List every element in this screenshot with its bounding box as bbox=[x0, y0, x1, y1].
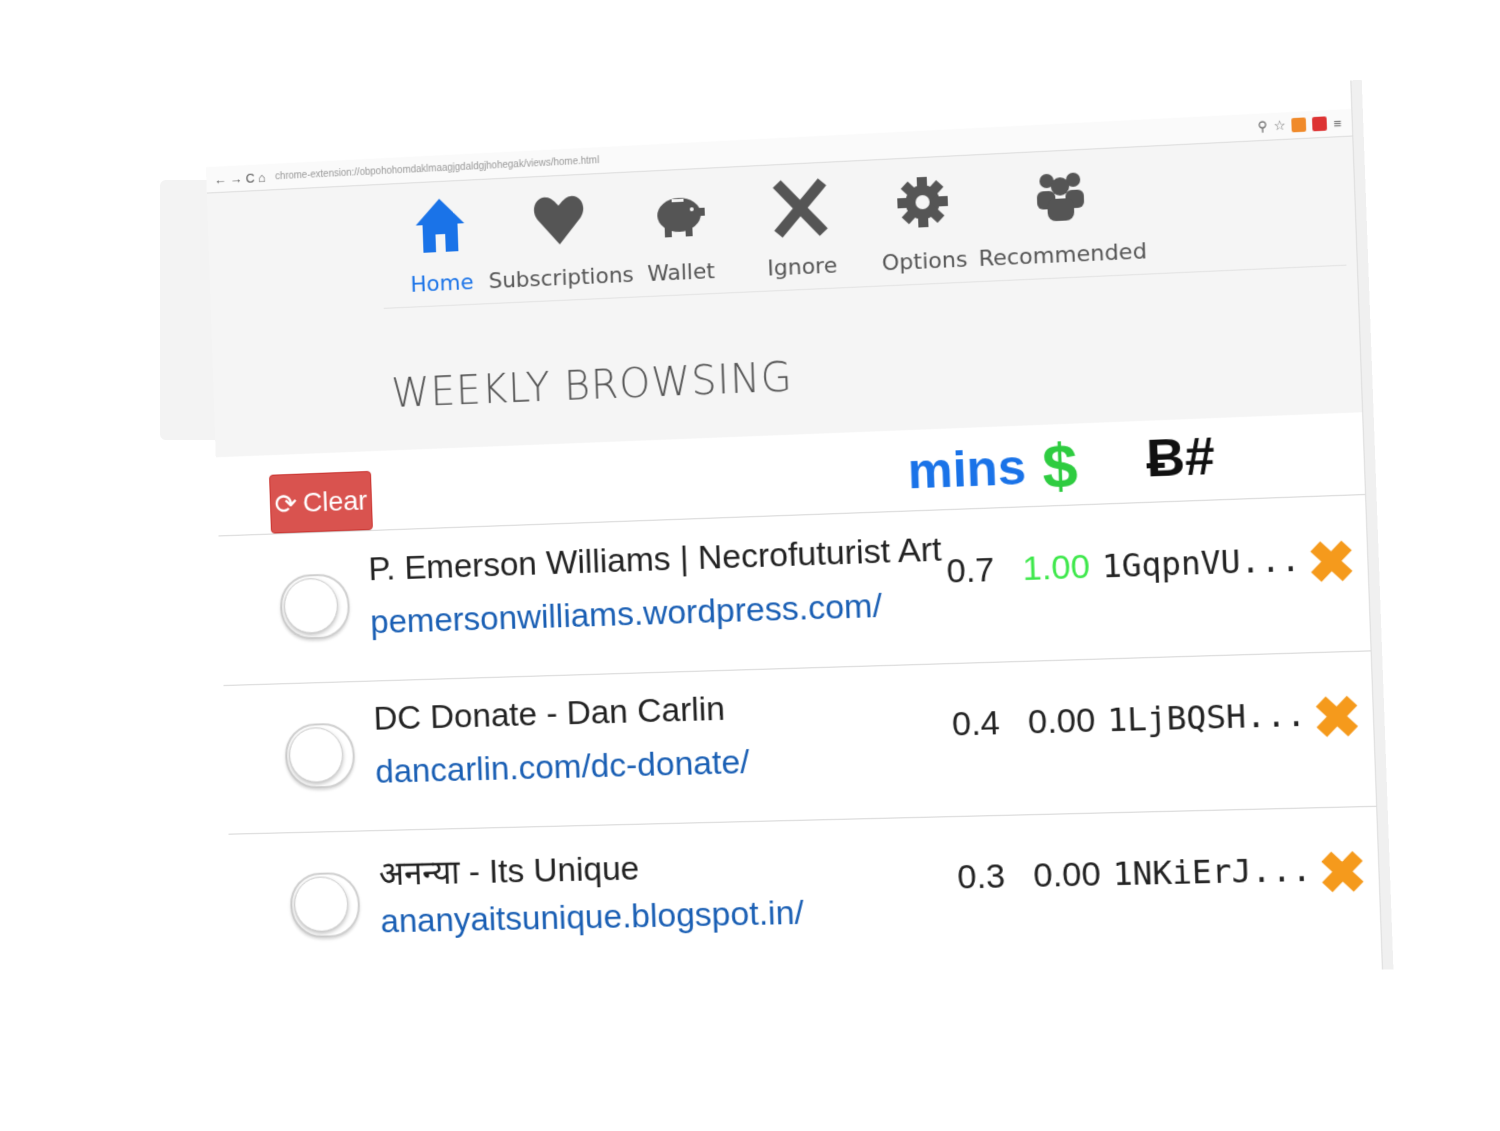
nav-wallet[interactable]: Wallet bbox=[618, 182, 742, 288]
refresh-icon: ⟳ bbox=[274, 487, 298, 520]
zoom-icon[interactable]: ⚲ bbox=[1257, 118, 1267, 135]
row-dollars: 1.00 bbox=[1022, 548, 1091, 590]
remove-icon[interactable]: ✖ bbox=[1311, 683, 1362, 752]
extension-red-icon[interactable] bbox=[1312, 116, 1327, 131]
extension-icons: ⚲ ☆ ≡ bbox=[1257, 109, 1342, 140]
nav-ignore[interactable]: Ignore bbox=[738, 176, 863, 283]
screenshot-stage: ← → C ⌂ chrome-extension://obpohohomdakl… bbox=[205, 80, 1392, 990]
remove-icon[interactable]: ✖ bbox=[1306, 528, 1357, 597]
users-icon bbox=[1032, 165, 1089, 226]
row-bitcoin-address: 1NKiErJ... bbox=[1112, 850, 1312, 893]
nav-recommended[interactable]: Recommended bbox=[983, 163, 1139, 272]
site-title: P. Emerson Williams | Necrofuturist Art bbox=[368, 530, 942, 589]
site-link[interactable]: pemersonwilliams.wordpress.com/ bbox=[370, 587, 883, 642]
subscribe-toggle[interactable] bbox=[284, 722, 355, 789]
menu-icon[interactable]: ≡ bbox=[1333, 115, 1341, 131]
toggle-knob bbox=[288, 727, 344, 783]
x-icon bbox=[772, 178, 828, 239]
site-title: अनन्या - Its Unique bbox=[378, 844, 640, 895]
row-bitcoin-address: 1LjBQSH... bbox=[1107, 695, 1307, 739]
clear-button[interactable]: ⟳ Clear bbox=[269, 471, 373, 534]
table-row: अनन्या - Its Unique ananyaitsunique.blog… bbox=[229, 808, 1382, 983]
nav-subscriptions[interactable]: Subscriptions bbox=[498, 188, 621, 294]
row-mins: 0.7 bbox=[946, 551, 995, 592]
column-header-mins: mins bbox=[907, 438, 1027, 501]
piggy-bank-icon bbox=[651, 184, 706, 244]
toggle-knob bbox=[293, 876, 349, 932]
row-mins: 0.3 bbox=[957, 857, 1006, 897]
nav-options-label: Options bbox=[882, 247, 968, 276]
nav-wallet-label: Wallet bbox=[647, 259, 715, 287]
extension-orange-icon[interactable] bbox=[1292, 117, 1307, 132]
toggle-knob bbox=[283, 577, 339, 634]
nav-home[interactable]: Home bbox=[380, 194, 502, 299]
row-mins: 0.4 bbox=[951, 704, 1000, 745]
star-icon[interactable]: ☆ bbox=[1273, 117, 1286, 134]
column-header-bitcoin: Ƀ# bbox=[1145, 426, 1215, 489]
column-header-dollar: $ bbox=[1041, 430, 1079, 503]
row-dollars: 0.00 bbox=[1033, 855, 1102, 896]
site-link[interactable]: ananyaitsunique.blogspot.in/ bbox=[380, 894, 805, 941]
nav-ignore-label: Ignore bbox=[767, 253, 838, 281]
clear-button-label: Clear bbox=[302, 485, 367, 519]
row-dollars: 0.00 bbox=[1027, 701, 1096, 742]
browser-nav-icons[interactable]: ← → C ⌂ bbox=[214, 170, 266, 187]
remove-icon[interactable]: ✖ bbox=[1317, 839, 1368, 907]
gear-icon bbox=[894, 172, 950, 233]
nav-options[interactable]: Options bbox=[860, 170, 986, 277]
subscribe-toggle[interactable] bbox=[279, 573, 350, 640]
nav-home-label: Home bbox=[410, 270, 474, 298]
home-icon bbox=[413, 196, 467, 256]
subscribe-toggle[interactable] bbox=[289, 872, 360, 938]
row-bitcoin-address: 1GqpnVU... bbox=[1101, 540, 1301, 585]
site-title: DC Donate - Dan Carlin bbox=[373, 690, 726, 739]
site-link[interactable]: dancarlin.com/dc-donate/ bbox=[375, 743, 750, 792]
browser-window: ← → C ⌂ chrome-extension://obpohohomdakl… bbox=[205, 80, 1382, 980]
heart-icon bbox=[532, 190, 587, 250]
